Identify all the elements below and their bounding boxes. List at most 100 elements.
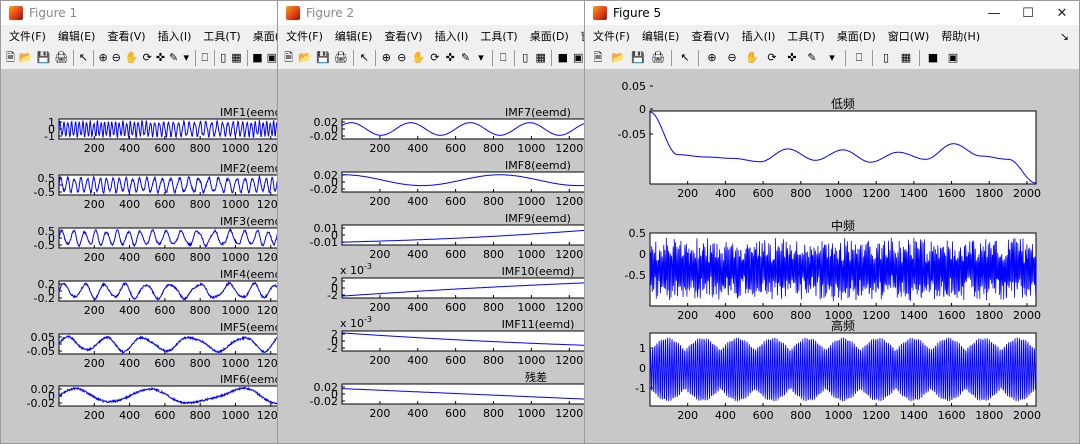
minimize-icon[interactable]: —: [977, 1, 1011, 25]
print-icon[interactable]: 🖨: [334, 50, 348, 66]
new-file-icon[interactable]: 🗎: [6, 50, 15, 66]
pan-icon[interactable]: ✋: [125, 50, 139, 66]
zoom-in-icon[interactable]: ⊕: [98, 50, 107, 66]
pointer-icon[interactable]: ↖: [677, 50, 693, 66]
hide-tools-icon[interactable]: ■: [925, 50, 941, 66]
axes-IMF4(eemd)[interactable]: IMF4(eemd)0.20-0.220040060080010001200: [34, 268, 280, 317]
axes-IMF7(eemd)[interactable]: IMF7(eemd)0.020-0.02200 400 600 800 1000 1200: [310, 106, 587, 155]
hide-tools-icon[interactable]: ■: [252, 50, 262, 66]
menu-view[interactable]: 查看(V): [691, 28, 729, 44]
brush-icon[interactable]: ✎: [804, 50, 820, 66]
axes-IMF3(eemd)[interactable]: IMF3(eemd)0.50-0.520040060080010001200: [34, 215, 280, 264]
dropdown-icon[interactable]: ▾: [182, 50, 190, 66]
pointer-icon[interactable]: ↖: [359, 50, 370, 66]
close-icon[interactable]: ✕: [1045, 1, 1079, 25]
dropdown-icon[interactable]: ▾: [475, 50, 486, 66]
menu-desktop[interactable]: 桌面(D): [530, 28, 569, 44]
axes-IMF9(eemd)[interactable]: IMF9(eemd)0.010-0.01200 400 600 800 1000 1200: [310, 212, 587, 261]
menu-edit[interactable]: 编辑(E): [335, 28, 373, 44]
zoom-out-icon[interactable]: ⊖: [396, 50, 407, 66]
link-plot-icon[interactable]: ⎕: [201, 50, 209, 66]
rotate-icon[interactable]: ⟳: [429, 50, 440, 66]
axes-高频[interactable]: 高频 1 0 -1 200 400 600 800 1000 1200 1400 1600 1800 20…: [635, 318, 1041, 422]
new-file-icon[interactable]: 🗎: [283, 50, 294, 66]
maximize-icon[interactable]: ☐: [1011, 1, 1045, 25]
menu-desktop[interactable]: 桌面(D): [253, 28, 279, 44]
axes-IMF1(eemd)[interactable]: IMF1(eemd)10-120040060080010001200: [44, 106, 280, 155]
zoom-in-icon[interactable]: ⊕: [704, 50, 720, 66]
pointer-icon[interactable]: ↖: [79, 50, 88, 66]
data-cursor-icon[interactable]: ✜: [445, 50, 456, 66]
legend-icon[interactable]: ▦: [231, 50, 241, 66]
data-cursor-icon[interactable]: ✜: [784, 50, 800, 66]
axes-残差[interactable]: 残差0.020-0.02200 400 600 800 1000 1200: [310, 370, 587, 420]
figure5-titlebar[interactable]: Figure 5 — ☐ ✕: [585, 1, 1079, 25]
menu-edit[interactable]: 编辑(E): [58, 28, 96, 44]
colorbar-icon[interactable]: ▯: [520, 50, 531, 66]
dock-arrow-icon[interactable]: ↘: [1060, 30, 1069, 43]
y-tick-label: 0: [639, 103, 646, 116]
colorbar-icon[interactable]: ▯: [878, 50, 894, 66]
x-tick-label: 600: [154, 409, 175, 422]
axes-IMF8(eemd)[interactable]: IMF8(eemd)0.020-0.02200 400 600 800 1000 1200: [310, 159, 587, 208]
axes-IMF11(eemd)[interactable]: IMF11(eemd)x 10-320-2200 400 600 800 1000 120…: [327, 315, 587, 367]
menu-insert[interactable]: 插入(I): [435, 28, 469, 44]
menu-insert[interactable]: 插入(I): [158, 28, 192, 44]
show-tools-icon[interactable]: ▣: [267, 50, 277, 66]
legend-icon[interactable]: ▦: [535, 50, 546, 66]
menu-tools[interactable]: 工具(T): [480, 28, 517, 44]
axes-title: IMF6(eemd): [220, 373, 280, 386]
rotate-icon[interactable]: ⟳: [143, 50, 152, 66]
save-icon[interactable]: 💾: [630, 50, 646, 66]
zoom-out-icon[interactable]: ⊖: [724, 50, 740, 66]
menu-window[interactable]: 窗口(W): [888, 28, 929, 44]
menu-view[interactable]: 查看(V): [384, 28, 422, 44]
menu-desktop[interactable]: 桌面(D): [837, 28, 876, 44]
pan-icon[interactable]: ✋: [744, 50, 760, 66]
figure1-window[interactable]: Figure 1 文件(F) 编辑(E) 查看(V) 插入(I) 工具(T) 桌…: [0, 0, 280, 444]
data-cursor-icon[interactable]: ✜: [156, 50, 165, 66]
pan-icon[interactable]: ✋: [411, 50, 425, 66]
figure5-window[interactable]: Figure 5 — ☐ ✕ 文件(F) 编辑(E) 查看(V) 插入(I) 工…: [584, 0, 1080, 444]
brush-icon[interactable]: ✎: [169, 50, 178, 66]
print-icon[interactable]: 🖨: [54, 50, 68, 66]
figure2-window[interactable]: Figure 2 文件(F) 编辑(E) 查看(V) 插入(I) 工具(T) 桌…: [277, 0, 587, 444]
menu-help[interactable]: 帮助(H): [941, 28, 980, 44]
rotate-icon[interactable]: ⟳: [764, 50, 780, 66]
link-plot-icon[interactable]: ⎕: [851, 50, 867, 66]
menu-tools[interactable]: 工具(T): [203, 28, 240, 44]
menu-tools[interactable]: 工具(T): [787, 28, 824, 44]
open-folder-icon[interactable]: 📂: [298, 50, 312, 66]
matlab-logo-icon: [593, 6, 607, 20]
brush-icon[interactable]: ✎: [460, 50, 471, 66]
dropdown-icon[interactable]: ▾: [824, 50, 840, 66]
menu-file[interactable]: 文件(F): [286, 28, 323, 44]
menu-insert[interactable]: 插入(I): [742, 28, 776, 44]
axes-低频[interactable]: 低频 0.05 0 -0.05 200 400 600 800 1000 1200 1400 1600…: [618, 80, 1041, 200]
save-icon[interactable]: 💾: [37, 50, 51, 66]
axes-中频[interactable]: 中频0.50-0.5200 400 600 800 1000 1200 1400 1600 18…: [625, 218, 1041, 322]
new-file-icon[interactable]: 🗎: [590, 50, 606, 66]
menu-edit[interactable]: 编辑(E): [642, 28, 680, 44]
axes-IMF10(eemd)[interactable]: IMF10(eemd)x 10-320-2200 400 600 800 1000 120…: [327, 262, 587, 314]
colorbar-icon[interactable]: ▯: [219, 50, 227, 66]
print-icon[interactable]: 🖨: [650, 50, 666, 66]
open-folder-icon[interactable]: 📂: [610, 50, 626, 66]
figure1-titlebar[interactable]: Figure 1: [1, 1, 279, 25]
hide-tools-icon[interactable]: ■: [557, 50, 568, 66]
figure2-titlebar[interactable]: Figure 2: [278, 1, 586, 25]
show-tools-icon[interactable]: ▣: [573, 50, 584, 66]
legend-icon[interactable]: ▦: [898, 50, 914, 66]
save-icon[interactable]: 💾: [316, 50, 330, 66]
menu-file[interactable]: 文件(F): [593, 28, 630, 44]
show-tools-icon[interactable]: ▣: [945, 50, 961, 66]
axes-IMF5(eemd)[interactable]: IMF5(eemd)0.050-0.0520040060080010001200: [27, 321, 280, 370]
zoom-in-icon[interactable]: ⊕: [381, 50, 392, 66]
link-plot-icon[interactable]: ⎕: [497, 50, 508, 66]
menu-file[interactable]: 文件(F): [9, 28, 46, 44]
open-folder-icon[interactable]: 📂: [19, 50, 33, 66]
axes-IMF2(eemd)[interactable]: IMF2(eemd)0.50-0.520040060080010001200: [34, 162, 280, 211]
menu-view[interactable]: 查看(V): [107, 28, 145, 44]
axes-IMF6(eemd)[interactable]: IMF6(eemd)0.020-0.0220040060080010001200: [27, 373, 280, 422]
zoom-out-icon[interactable]: ⊖: [112, 50, 121, 66]
